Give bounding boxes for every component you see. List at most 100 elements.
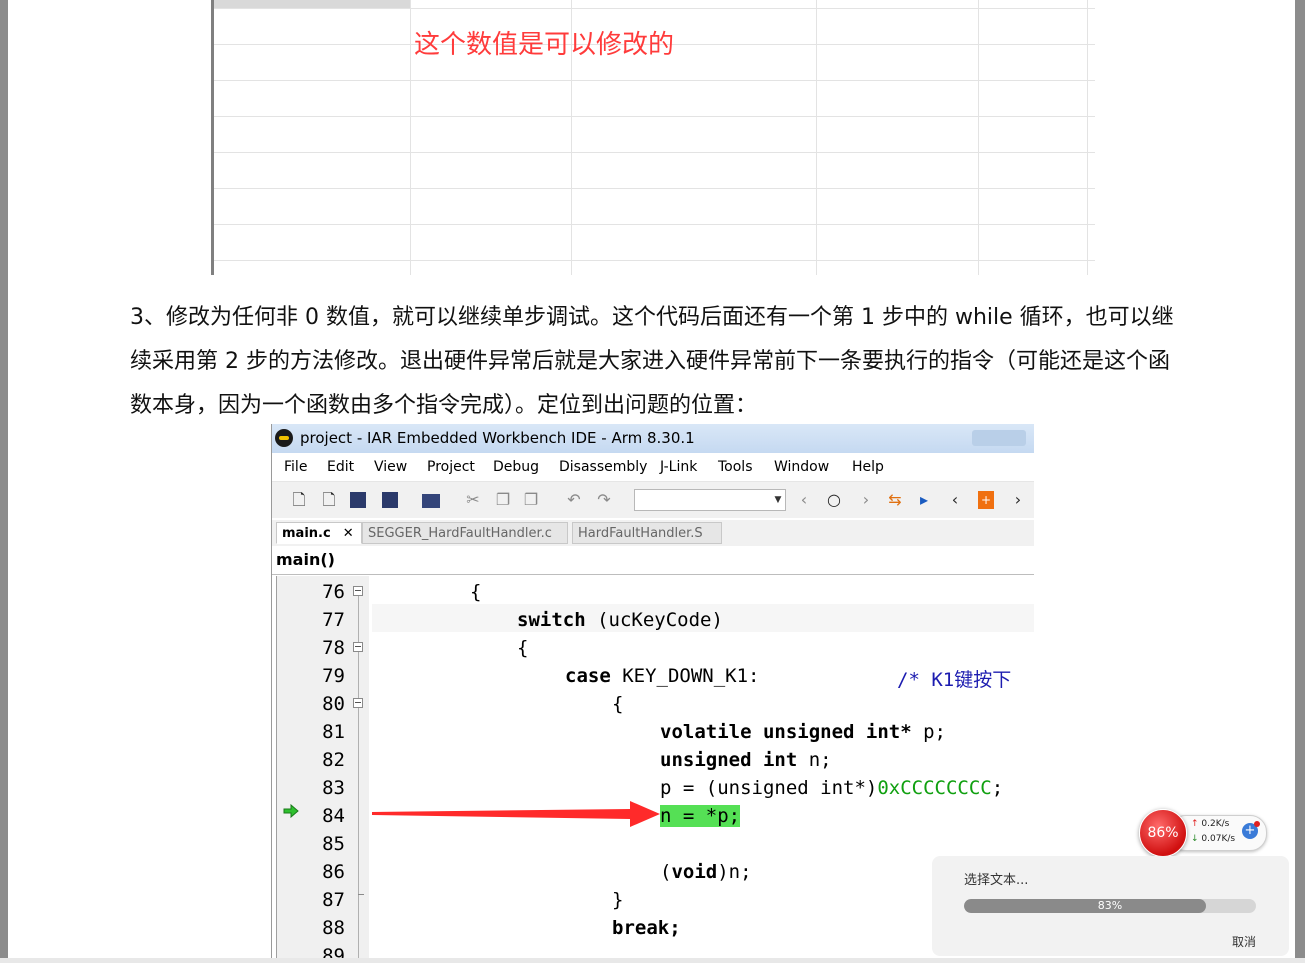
step-icon[interactable]: ▸ (915, 491, 933, 509)
menu-window[interactable]: Window (774, 459, 829, 475)
line-number: 83 (322, 777, 345, 799)
close-icon[interactable]: ✕ (343, 526, 354, 541)
menu-project[interactable]: Project (427, 459, 475, 475)
code-line-82: unsigned int n; (660, 749, 832, 771)
progress-label: 选择文本... (964, 873, 1029, 888)
line-number: 80 (322, 693, 345, 715)
download-speed: ↓ 0.07K/s (1191, 834, 1236, 844)
plus-icon[interactable]: + (1242, 821, 1260, 839)
toggle-icon[interactable]: ⇆ (886, 491, 904, 509)
code-line-83: p = (unsigned int*)0xCCCCCCCC; (660, 777, 1004, 799)
save-icon[interactable] (350, 492, 366, 508)
prev-icon[interactable]: ‹ (946, 491, 964, 509)
code-line-76: { (470, 581, 482, 603)
left-border (0, 0, 8, 963)
cancel-button[interactable]: 取消 (1232, 933, 1256, 950)
paste-icon[interactable]: ❐ (522, 491, 540, 509)
menu-file[interactable]: File (284, 459, 307, 475)
ide-screenshot: project - IAR Embedded Workbench IDE - A… (271, 424, 1034, 963)
function-scope: main() (276, 550, 335, 569)
ide-toolbar: 🗋 🗋 ✂ ❐ ❐ ↶ ↷ ▼ ‹ ○ › ⇆ ▸ ‹ + › (272, 482, 1034, 518)
execution-pointer-icon (283, 804, 299, 818)
hex-literal: 0xCCCCCCCC (877, 777, 992, 799)
line-number: 81 (322, 721, 345, 743)
chevron-down-icon[interactable]: ▼ (771, 490, 785, 510)
line-number: 86 (322, 861, 345, 883)
menu-jlink[interactable]: J-Link (660, 459, 697, 475)
arrow-up-icon: ↑ (1191, 819, 1199, 829)
text-selection-progress-panel: 选择文本... 83% 取消 (932, 856, 1289, 956)
network-speed-widget[interactable]: 86% ↑ 0.2K/s ↓ 0.07K/s + (1139, 809, 1267, 857)
code-line-80: { (612, 693, 624, 715)
print-icon[interactable] (422, 494, 440, 508)
bookmark-icon[interactable]: + (978, 491, 994, 509)
line-number: 76 (322, 581, 345, 603)
new-file-icon[interactable]: 🗋 (290, 491, 308, 509)
fold-toggle-icon[interactable] (353, 698, 363, 708)
progress-percent: 83% (1097, 899, 1123, 912)
line-number: 79 (322, 665, 345, 687)
tab-main-c[interactable]: main.c ✕ (276, 522, 362, 544)
current-statement-highlight: n = *p; (660, 805, 741, 827)
ide-title: project - IAR Embedded Workbench IDE - A… (300, 429, 695, 447)
code-line-78: { (517, 637, 529, 659)
save-all-icon[interactable] (382, 492, 398, 508)
tab-segger-hardfaulthandler-c[interactable]: SEGGER_HardFaultHandler.c (362, 522, 568, 544)
nav-back-icon[interactable]: ‹ (795, 491, 813, 509)
menu-debug[interactable]: Debug (493, 459, 539, 475)
code-line-84-current: n = *p; (660, 805, 741, 827)
spreadsheet-screenshot: 这个数值是可以修改的 (211, 0, 1095, 275)
code-line-87: } (612, 889, 624, 911)
copy-icon[interactable]: ❐ (494, 491, 512, 509)
code-line-79: case KEY_DOWN_K1: (565, 665, 760, 687)
window-controls (972, 430, 1026, 446)
line-number: 78 (322, 637, 345, 659)
tab-label: SEGGER_HardFaultHandler.c (368, 526, 552, 541)
tab-label: HardFaultHandler.S (578, 526, 703, 541)
undo-icon[interactable]: ↶ (565, 491, 583, 509)
line-number: 87 (322, 889, 345, 911)
menu-edit[interactable]: Edit (327, 459, 354, 475)
code-line-77: switch (ucKeyCode) (517, 609, 723, 631)
ide-titlebar: project - IAR Embedded Workbench IDE - A… (272, 424, 1034, 453)
code-line-88: break; (612, 917, 681, 939)
next-icon[interactable]: › (1009, 491, 1027, 509)
ide-menubar: File Edit View Project Debug Disassembly… (272, 453, 1034, 482)
open-file-icon[interactable]: 🗋 (320, 491, 338, 509)
tab-label: main.c (282, 526, 331, 541)
find-icon[interactable]: ○ (825, 491, 843, 509)
code-line-86: (void)n; (660, 861, 752, 883)
line-number: 82 (322, 749, 345, 771)
iar-logo-icon (275, 429, 293, 447)
right-scroll-border (1295, 0, 1305, 963)
line-number: 77 (322, 609, 345, 631)
find-combobox[interactable]: ▼ (634, 489, 786, 511)
line-number: 85 (322, 833, 345, 855)
arrow-down-icon: ↓ (1191, 834, 1199, 844)
line-number: 88 (322, 917, 345, 939)
body-paragraph: 3、修改为任何非 0 数值，就可以继续单步调试。这个代码后面还有一个第 1 步中… (130, 305, 1174, 418)
editor-tabbar: main.c ✕ SEGGER_HardFaultHandler.c HardFa… (272, 520, 1034, 546)
progress-bar: 83% (964, 899, 1256, 913)
redo-icon[interactable]: ↷ (595, 491, 613, 509)
menu-tools[interactable]: Tools (718, 459, 753, 475)
menu-disassembly[interactable]: Disassembly (559, 459, 647, 475)
fold-toggle-icon[interactable] (353, 642, 363, 652)
nav-forward-icon[interactable]: › (857, 491, 875, 509)
upload-speed: ↑ 0.2K/s (1191, 819, 1230, 829)
function-scope-bar[interactable]: main() (272, 546, 1034, 575)
selected-cell (214, 0, 410, 8)
menu-help[interactable]: Help (852, 459, 884, 475)
code-line-81: volatile unsigned int* p; (660, 721, 946, 743)
code-comment: /* K1键按下 (897, 669, 1012, 691)
cut-icon[interactable]: ✂ (464, 491, 482, 509)
fold-toggle-icon[interactable] (353, 586, 363, 596)
sheet-annotation: 这个数值是可以修改的 (414, 30, 675, 60)
menu-view[interactable]: View (374, 459, 407, 475)
code-editor[interactable]: 76 77 78 79 80 81 82 83 84 85 86 87 88 8… (276, 576, 1034, 963)
bottom-edge (0, 958, 1305, 963)
red-annotation-arrow (372, 801, 660, 827)
tab-hardfaulthandler-s[interactable]: HardFaultHandler.S (572, 522, 722, 544)
line-number: 84 (322, 805, 345, 827)
cpu-usage-ball[interactable]: 86% (1139, 809, 1187, 857)
